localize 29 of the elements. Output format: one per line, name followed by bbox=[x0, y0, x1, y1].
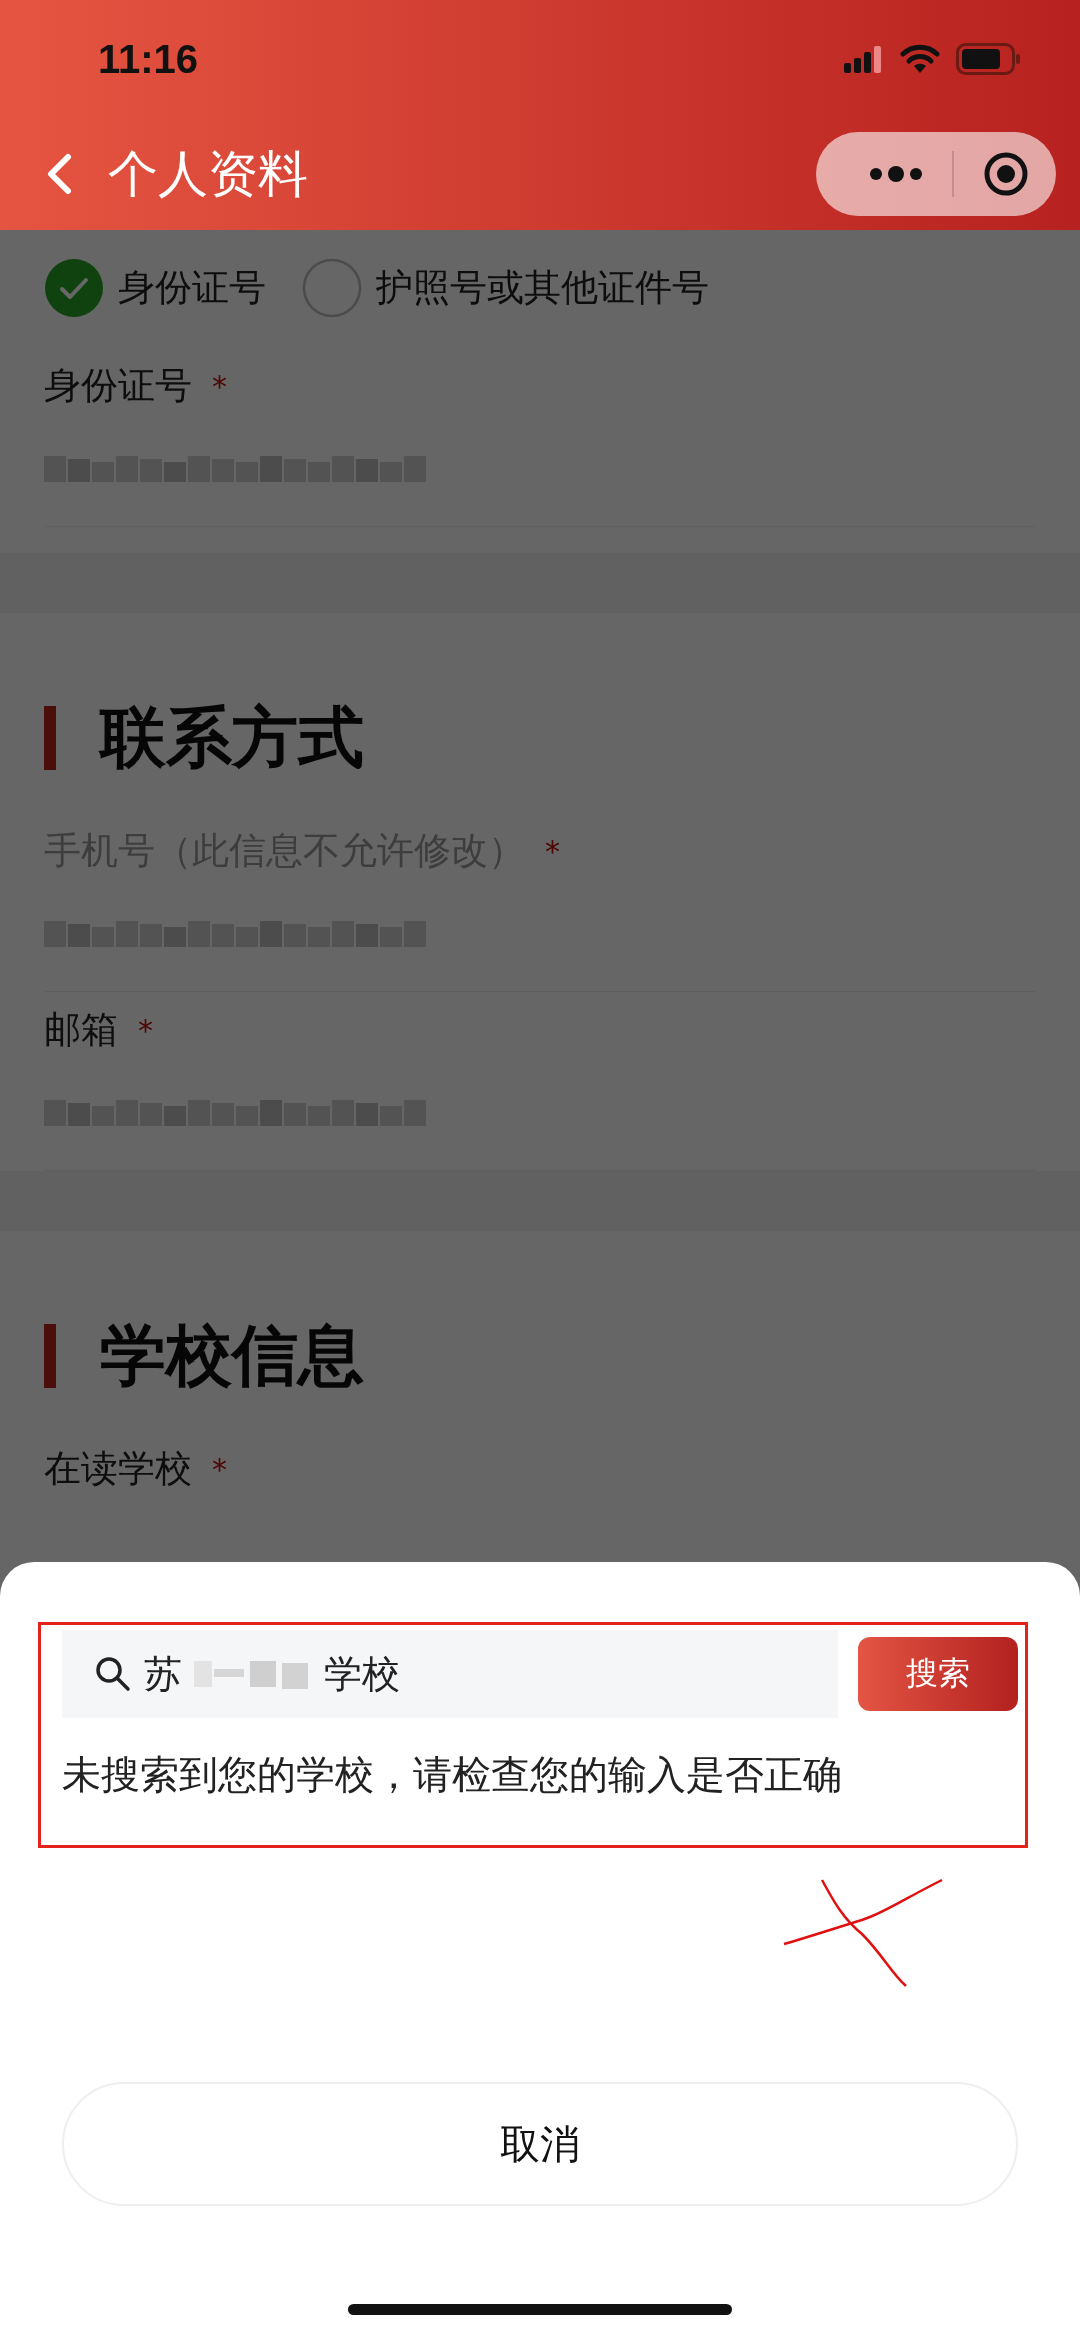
more-icon[interactable] bbox=[868, 164, 924, 184]
required-mark: * bbox=[138, 1012, 153, 1048]
radio-icon bbox=[302, 258, 362, 318]
field-label: 邮箱 bbox=[44, 1007, 118, 1053]
search-icon bbox=[94, 1655, 132, 1693]
section-title: 联系方式 bbox=[100, 698, 364, 778]
required-mark: * bbox=[212, 368, 227, 404]
search-query: 学校 bbox=[324, 1650, 400, 1698]
required-mark: * bbox=[212, 1451, 227, 1487]
section-marker bbox=[44, 706, 56, 770]
wifi-icon bbox=[900, 44, 940, 74]
status-time: 11:16 bbox=[98, 36, 199, 82]
close-icon[interactable] bbox=[982, 150, 1030, 198]
search-field[interactable]: 苏 学校 bbox=[62, 1630, 838, 1718]
required-mark: * bbox=[545, 833, 560, 869]
field-label: 身份证号 bbox=[44, 363, 192, 409]
field-label: 在读学校 bbox=[44, 1446, 192, 1492]
search-button[interactable]: 搜索 bbox=[858, 1637, 1018, 1711]
search-query: 苏 bbox=[144, 1650, 182, 1698]
section-title: 学校信息 bbox=[100, 1316, 364, 1396]
checked-radio-icon bbox=[44, 258, 104, 318]
no-result-message: 未搜索到您的学校，请检查您的输入是否正确 bbox=[62, 1751, 843, 1799]
radio-option[interactable]: 身份证号 bbox=[44, 258, 266, 318]
cancel-button[interactable]: 取消 bbox=[62, 2082, 1018, 2206]
page-title: 个人资料 bbox=[108, 143, 309, 205]
section-marker bbox=[44, 1324, 56, 1388]
radio-option[interactable]: 护照号或其他证件号 bbox=[302, 258, 709, 318]
signal-icon bbox=[844, 45, 884, 73]
battery-icon bbox=[956, 43, 1022, 75]
